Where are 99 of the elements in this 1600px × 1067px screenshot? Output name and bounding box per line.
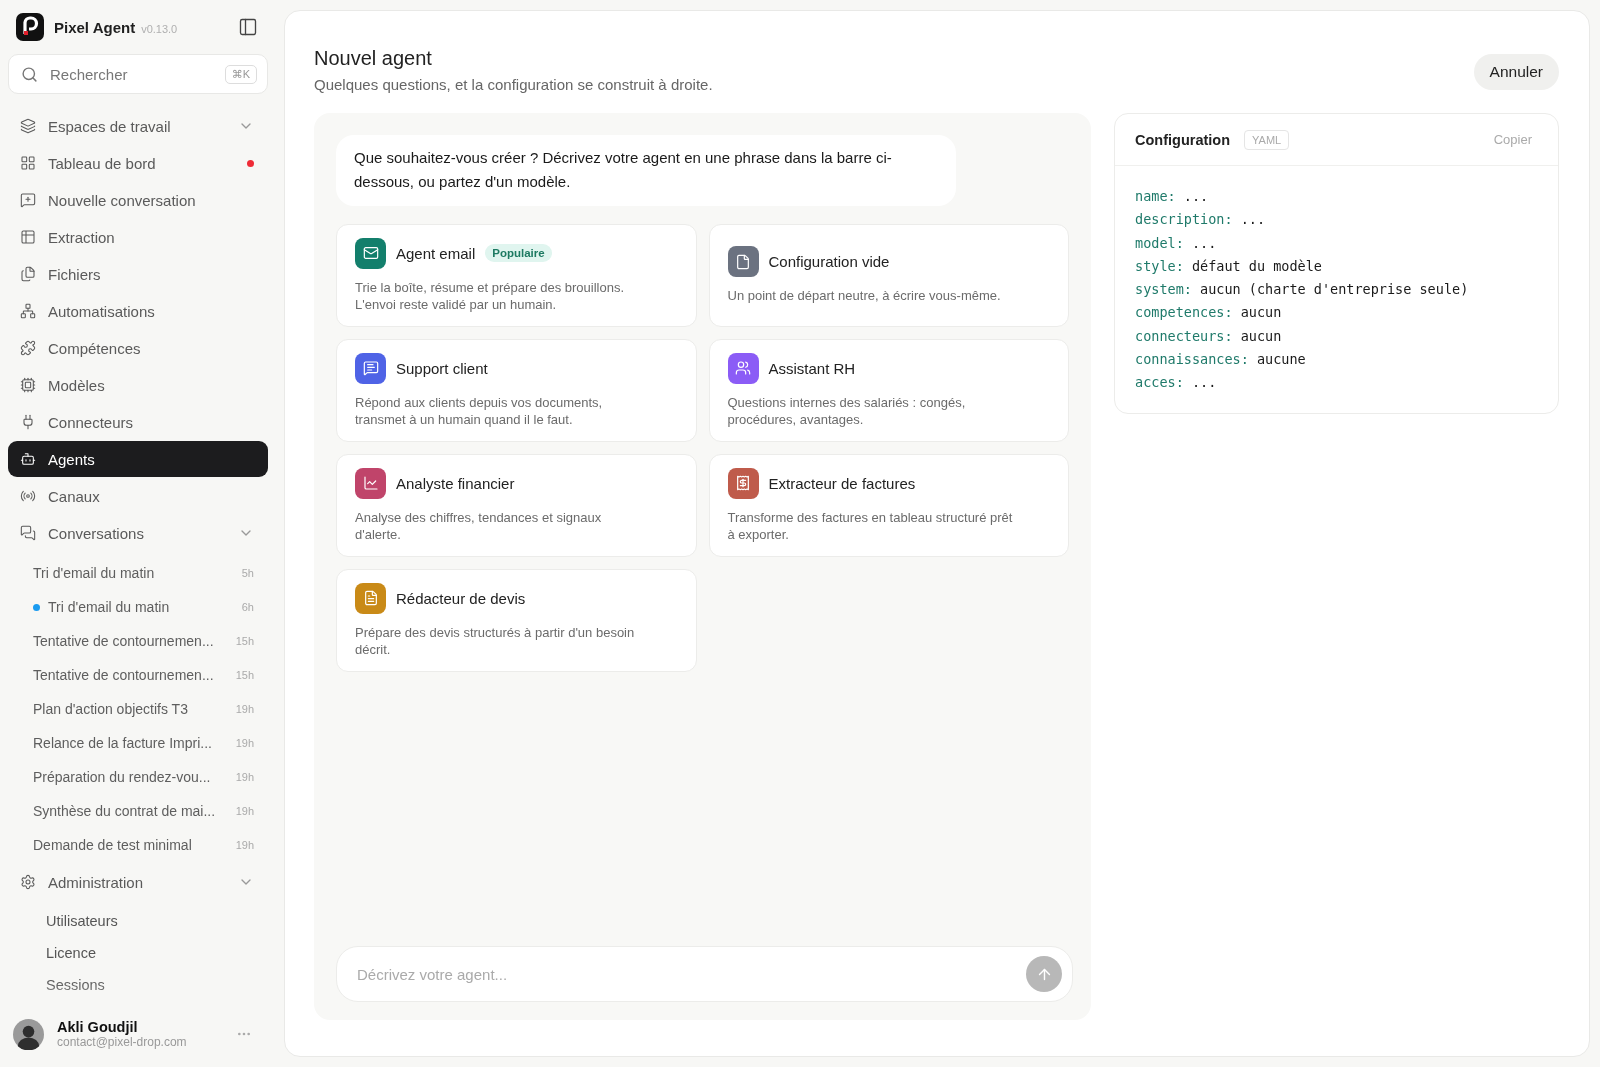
assistant-message: Que souhaitez-vous créer ? Décrivez votre agent en une phrase dans la barre ci-dessous, ou partez d'un modèle. — [336, 135, 956, 206]
nav-item[interactable]: Automatisations — [8, 293, 268, 329]
agent-input-field[interactable]: Décrivez votre agent... — [336, 946, 1073, 1002]
nav-item[interactable]: Agents — [8, 441, 268, 477]
code-line: style: défaut du modèle — [1135, 256, 1323, 276]
nav-item[interactable]: Nouvelle conversation — [8, 182, 268, 218]
conversation-item[interactable]: Tentative de contournemen... 15h — [8, 658, 268, 692]
template-title: Support client — [396, 359, 488, 377]
template-card[interactable]: Extracteur de factures Transforme des factures en tableau structuré prêt à exporter. — [708, 454, 1069, 557]
app-logo — [16, 13, 44, 41]
app-name: Pixel Agent — [54, 18, 136, 36]
conversation-item[interactable]: Relance de la facture Impri... 19h — [8, 726, 268, 760]
template-description: Questions internes des salariés : congés, procédures, avantages. — [727, 393, 967, 429]
nav-item[interactable]: Administration — [8, 864, 268, 900]
agent-input[interactable]: Décrivez votre agent... — [355, 964, 1026, 984]
conversation-time: 15h — [235, 635, 254, 647]
config-title: Configuration — [1135, 131, 1231, 148]
code-line: competences: aucun — [1135, 303, 1283, 323]
nav-item[interactable]: Connecteurs — [8, 404, 268, 440]
nav-item[interactable]: Extraction — [8, 219, 268, 255]
user-name: Akli Goudjil — [57, 1019, 139, 1035]
page-title: Nouvel agent — [314, 47, 433, 70]
template-badge: Populaire — [485, 244, 552, 262]
template-description: Un point de départ neutre, à écrire vous-même. — [727, 287, 1002, 305]
conversation-item[interactable]: Demande de test minimal 19h — [8, 828, 268, 862]
settings-icon — [20, 874, 36, 890]
code-line: description: ... — [1135, 210, 1267, 230]
user-avatar — [13, 1018, 44, 1050]
code-line: connaissances: aucune — [1135, 350, 1307, 370]
template-title: Assistant RH — [768, 359, 856, 377]
conversation-time: 19h — [235, 805, 254, 817]
template-card[interactable]: Analyste financier Analyse des chiffres, tendances et signaux d'alerte. — [336, 454, 697, 557]
template-title: Agent email — [396, 244, 476, 262]
unread-dot — [33, 603, 40, 611]
nav-item[interactable]: Conversations — [8, 515, 268, 551]
files-icon — [20, 266, 36, 282]
shortcut-hint: ⌘K — [224, 64, 257, 84]
nav-item[interactable]: Tableau de bord — [8, 145, 268, 181]
conversation-item[interactable]: Plan d'action objectifs T3 19h — [8, 692, 268, 726]
conversation-item[interactable]: Tentative de contournemen... 15h — [8, 624, 268, 658]
chip-icon — [20, 377, 36, 393]
alert-dot — [247, 159, 254, 167]
code-line: name: ... — [1135, 187, 1210, 206]
send-button[interactable] — [1026, 956, 1062, 992]
conversation-item[interactable]: Préparation du rendez-vou... 19h — [8, 760, 268, 794]
signal-icon — [20, 488, 36, 504]
code-line: system: aucun (charte d'entreprise seule) — [1135, 280, 1470, 300]
nav-item[interactable]: Canaux — [8, 478, 268, 514]
template-title: Analyste financier — [396, 474, 515, 492]
template-description: Prépare des devis structurés à partir d'un besoin décrit. — [355, 623, 636, 659]
grid-icon — [20, 155, 36, 171]
template-title: Extracteur de factures — [768, 474, 916, 492]
template-description: Transforme des factures en tableau structuré prêt à exporter. — [727, 508, 1014, 544]
plug-icon — [20, 414, 36, 430]
search-input[interactable]: Rechercher — [48, 64, 215, 84]
user-email: contact@pixel-drop.com — [57, 1035, 188, 1049]
template-description: Répond aux clients depuis vos documents, transmet à un humain quand il le faut. — [355, 393, 604, 429]
template-description: Analyse des chiffres, tendances et signaux d'alerte. — [355, 508, 603, 544]
conversation-time: 5h — [241, 567, 254, 579]
table-icon — [20, 229, 36, 245]
template-title: Configuration vide — [768, 253, 890, 271]
conversation-time: 6h — [241, 601, 254, 613]
app-version: v0.13.0 — [141, 23, 178, 35]
conversation-time: 19h — [235, 737, 254, 749]
nav-item[interactable]: Modèles — [8, 367, 268, 403]
page-subtitle: Quelques questions, et la configuration se construit à droite. — [314, 76, 714, 93]
conversation-time: 19h — [235, 839, 254, 851]
code-line: acces: ... — [1135, 373, 1218, 393]
nav-subitem[interactable]: Sessions — [8, 969, 268, 1001]
conversation-time: 15h — [235, 669, 254, 681]
nav-subitem[interactable]: Utilisateurs — [8, 905, 268, 937]
conversation-time: 19h — [235, 771, 254, 783]
conversation-item[interactable]: Tri d'email du matin 5h — [8, 556, 268, 590]
panel-icon — [238, 17, 258, 37]
layers-icon — [20, 118, 36, 134]
template-card[interactable]: Agent email Populaire Trie la boîte, résume et prépare des brouillons. L'envoi reste validé par un humain. — [336, 224, 697, 327]
chat-plus-icon — [20, 192, 36, 208]
chat-bubbles-icon — [20, 525, 36, 541]
network-icon — [20, 303, 36, 319]
nav-item[interactable]: Espaces de travail — [8, 108, 268, 144]
code-line: connecteurs: aucun — [1135, 326, 1283, 346]
conversation-item[interactable]: Synthèse du contrat de mai... 19h — [8, 794, 268, 828]
template-card[interactable]: Rédacteur de devis Prépare des devis structurés à partir d'un besoin décrit. — [336, 569, 697, 672]
template-description: Trie la boîte, résume et prépare des brouillons. L'envoi reste validé par un humain. — [355, 278, 626, 314]
template-title: Rédacteur de devis — [396, 589, 526, 607]
conversation-time: 19h — [235, 703, 254, 715]
conversation-item[interactable]: Tri d'email du matin 6h — [8, 590, 268, 624]
code-line: model: ... — [1135, 233, 1218, 253]
robot-icon — [20, 451, 36, 467]
template-card[interactable]: Assistant RH Questions internes des salariés : congés, procédures, avantages. — [708, 339, 1069, 442]
nav-subitem[interactable]: Licence — [8, 937, 268, 969]
nav-item[interactable]: Compétences — [8, 330, 268, 366]
template-card[interactable]: Configuration vide Un point de départ neutre, à écrire vous-même. — [708, 224, 1069, 327]
nav-item[interactable]: Fichiers — [8, 256, 268, 292]
cancel-button[interactable]: Annuler — [1473, 54, 1559, 90]
search-icon — [21, 65, 38, 83]
puzzle-icon — [20, 340, 36, 356]
format-tag: YAML — [1244, 129, 1290, 150]
template-card[interactable]: Support client Répond aux clients depuis vos documents, transmet à un humain quand il le faut. — [336, 339, 697, 442]
